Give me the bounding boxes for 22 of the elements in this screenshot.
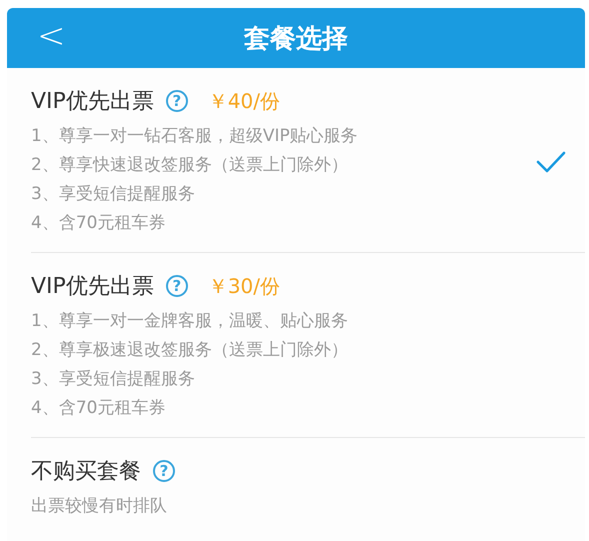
option-description: 1、尊享一对一金牌客服，温暖、贴心服务 [31,310,349,333]
option-description: 3、享受短信提醒服务 [31,368,196,391]
option-description: 出票较慢有时排队 [31,495,168,518]
option-description: 1、尊享一对一钻石客服，超级VIP贴心服务 [31,125,359,148]
option-description: 4、含70元租车券 [31,212,166,235]
option-description: 2、尊享极速退改签服务（送票上门除外） [31,339,349,362]
option-title: VIP优先出票 [31,88,154,116]
help-icon[interactable]: ? [166,90,188,112]
option-description: 2、尊享快速退改签服务（送票上门除外） [31,154,349,177]
page-title: 套餐选择 [244,22,348,56]
option-price: ￥30/份 [208,272,280,300]
option-description: 4、含70元租车券 [31,397,166,420]
help-icon[interactable]: ? [166,275,188,297]
option-title: 不购买套餐 [31,458,141,486]
option-price: ￥40/份 [208,88,280,114]
back-button[interactable]: < [29,16,74,56]
package-option[interactable]: VIP优先出票 ? ￥30/份 1、尊享一对一金牌客服，温暖、贴心服务 2、尊享极速退改签服务（送票上门除外） 3、享受短信提醒服务 4、含70元租车券 [31,253,585,438]
package-option[interactable]: VIP优先出票 ? ￥40/份 1、尊享一对一钻石客服，超级VIP贴心服务 2、尊享快速退改签服务（送票上门除外） 3、享受短信提醒服务 4、含70元租车券 [31,68,585,253]
option-title: VIP优先出票 [31,273,154,301]
package-option[interactable]: 不购买套餐 ? 出票较慢有时排队 [31,438,585,541]
option-description: 3、享受短信提醒服务 [31,183,196,206]
help-icon[interactable]: ? [153,460,175,482]
